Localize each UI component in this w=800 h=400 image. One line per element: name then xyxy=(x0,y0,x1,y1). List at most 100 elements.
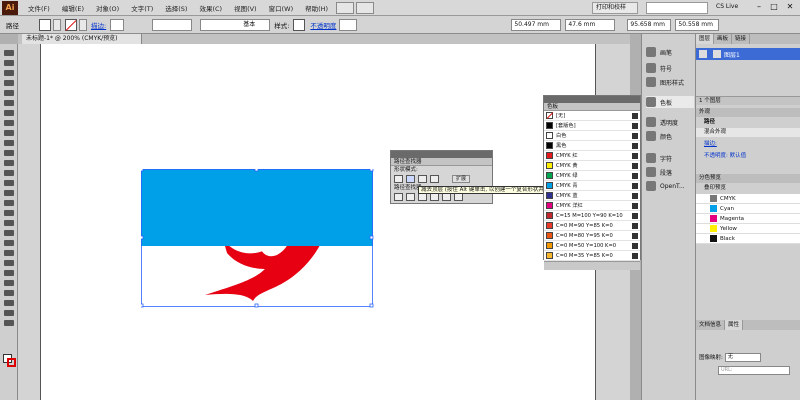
type-tool-icon[interactable] xyxy=(4,100,14,106)
dock-brushes[interactable]: 画笔 xyxy=(646,46,672,58)
separation-row[interactable]: CMYK xyxy=(696,194,800,204)
selection-tool-icon[interactable] xyxy=(4,50,14,56)
minimize-button[interactable]: – xyxy=(752,1,766,14)
eraser-tool-icon[interactable] xyxy=(4,160,14,166)
document-tab[interactable]: 未标题-1* @ 200% (CMYK/预览) xyxy=(22,34,142,44)
swatch-row[interactable]: [套版色] xyxy=(544,121,640,131)
width-field[interactable]: 95.658 mm xyxy=(627,18,672,31)
symbol-sprayer-tool-icon[interactable] xyxy=(4,270,14,276)
bridge-button[interactable] xyxy=(336,1,355,14)
dock-opentype[interactable]: OpenT... xyxy=(646,180,685,192)
arrange-documents-button[interactable] xyxy=(356,1,375,14)
y-field[interactable]: 47.6 mm xyxy=(565,18,616,31)
appearance-stroke[interactable]: 描边: xyxy=(696,140,800,149)
swatch-row[interactable]: CMYK 蓝 xyxy=(544,191,640,201)
rotate-tool-icon[interactable] xyxy=(4,170,14,176)
appearance-opacity[interactable]: 不透明度: 默认值 xyxy=(696,152,800,161)
x-field[interactable]: 50.497 mm xyxy=(511,18,562,31)
pathfinder-tab[interactable]: 路径查找器 xyxy=(391,158,492,166)
swatches-titlebar[interactable] xyxy=(544,96,640,103)
intersect-icon[interactable] xyxy=(418,175,427,183)
swatch-row[interactable]: C=0 M=35 Y=85 K=0 xyxy=(544,251,640,261)
menu-edit[interactable]: 编辑(E) xyxy=(56,3,90,13)
tab-attributes[interactable]: 属性 xyxy=(725,320,744,330)
eye-icon[interactable] xyxy=(699,50,707,58)
height-field[interactable]: 50.558 mm xyxy=(675,18,720,31)
paintbrush-tool-icon[interactable] xyxy=(4,130,14,136)
stroke-swatch[interactable] xyxy=(65,18,77,31)
swatch-row[interactable]: CMYK 青 xyxy=(544,181,640,191)
close-button[interactable]: ✕ xyxy=(783,1,797,14)
line-tool-icon[interactable] xyxy=(4,110,14,116)
hand-tool-icon[interactable] xyxy=(4,310,14,316)
swatch-row[interactable]: 黑色 xyxy=(544,141,640,151)
direct-selection-tool-icon[interactable] xyxy=(4,60,14,66)
minus-front-icon[interactable] xyxy=(406,175,415,183)
image-map-select[interactable]: 无 xyxy=(724,353,761,362)
eyedropper-tool-icon[interactable] xyxy=(4,250,14,256)
tab-artboards[interactable]: 画板 xyxy=(714,34,733,44)
dock-paragraph[interactable]: 段落 xyxy=(646,166,672,178)
appearance-tab[interactable]: 外观 xyxy=(696,108,800,117)
free-transform-tool-icon[interactable] xyxy=(4,200,14,206)
fill-dropdown[interactable] xyxy=(53,18,61,31)
cs-live-button[interactable]: CS Live xyxy=(716,3,738,10)
variable-width-field[interactable] xyxy=(152,18,193,31)
opacity-link[interactable]: 不透明度 xyxy=(310,20,336,30)
menu-type[interactable]: 文字(T) xyxy=(125,3,159,13)
pen-tool-icon[interactable] xyxy=(4,90,14,96)
swatch-row[interactable]: CMYK 洋红 xyxy=(544,201,640,211)
overprint-preview-checkbox[interactable]: 叠印预览 xyxy=(696,184,800,193)
separation-row[interactable]: Yellow xyxy=(696,224,800,234)
brush-definition-field[interactable]: 基本 xyxy=(200,18,271,31)
mesh-tool-icon[interactable] xyxy=(4,230,14,236)
separation-row[interactable]: Magenta xyxy=(696,214,800,224)
lasso-tool-icon[interactable] xyxy=(4,80,14,86)
stroke-color-icon[interactable] xyxy=(7,358,16,367)
zoom-tool-icon[interactable] xyxy=(4,320,14,326)
graphic-style-swatch[interactable] xyxy=(293,18,306,31)
blob-brush-tool-icon[interactable] xyxy=(4,150,14,156)
scale-tool-icon[interactable] xyxy=(4,180,14,186)
menu-object[interactable]: 对象(O) xyxy=(90,3,125,13)
dock-graphic-styles[interactable]: 图形样式 xyxy=(646,76,684,88)
crop-icon[interactable] xyxy=(430,193,439,201)
menu-view[interactable]: 视图(V) xyxy=(228,3,263,13)
stroke-weight-field[interactable] xyxy=(110,18,125,31)
swatch-row[interactable]: CMYK 黄 xyxy=(544,161,640,171)
rectangle-tool-icon[interactable] xyxy=(4,120,14,126)
outline-icon[interactable] xyxy=(442,193,451,201)
dock-transparency[interactable]: 透明度 xyxy=(646,116,678,128)
dock-symbols[interactable]: 符号 xyxy=(646,62,672,74)
magic-wand-tool-icon[interactable] xyxy=(4,70,14,76)
tab-layers[interactable]: 图层 xyxy=(696,34,715,44)
separation-row[interactable]: Black xyxy=(696,234,800,244)
tab-document-info[interactable]: 文档信息 xyxy=(696,320,726,330)
swatch-row[interactable]: C=0 M=80 Y=95 K=0 xyxy=(544,231,640,241)
slice-tool-icon[interactable] xyxy=(4,300,14,306)
dock-color[interactable]: 颜色 xyxy=(646,130,672,142)
gradient-tool-icon[interactable] xyxy=(4,240,14,246)
shape-builder-tool-icon[interactable] xyxy=(4,210,14,216)
separations-preview-tab[interactable]: 分色预览 xyxy=(696,174,800,183)
menu-effect[interactable]: 效果(C) xyxy=(193,3,228,13)
blend-tool-icon[interactable] xyxy=(4,260,14,266)
swatch-row[interactable]: CMYK 绿 xyxy=(544,171,640,181)
perspective-grid-tool-icon[interactable] xyxy=(4,220,14,226)
blue-rectangle-shape[interactable] xyxy=(141,169,373,246)
swatch-row[interactable]: [无] xyxy=(544,111,640,121)
help-search-input[interactable] xyxy=(646,2,708,14)
menu-help[interactable]: 帮助(H) xyxy=(299,3,334,13)
fill-swatch[interactable] xyxy=(39,18,51,31)
opacity-field[interactable] xyxy=(339,18,358,31)
unite-icon[interactable] xyxy=(394,175,403,183)
artwork[interactable] xyxy=(141,169,377,309)
workspace-switcher[interactable]: 打印和校样 xyxy=(592,2,638,14)
layer-row[interactable]: 图层1 xyxy=(696,48,800,60)
dock-swatches[interactable]: 色板 xyxy=(646,96,694,108)
divide-icon[interactable] xyxy=(394,193,403,201)
separation-row[interactable]: Cyan xyxy=(696,204,800,214)
canvas-area[interactable] xyxy=(18,44,630,400)
menu-file[interactable]: 文件(F) xyxy=(22,3,56,13)
expand-button[interactable]: 扩展 xyxy=(452,175,470,183)
